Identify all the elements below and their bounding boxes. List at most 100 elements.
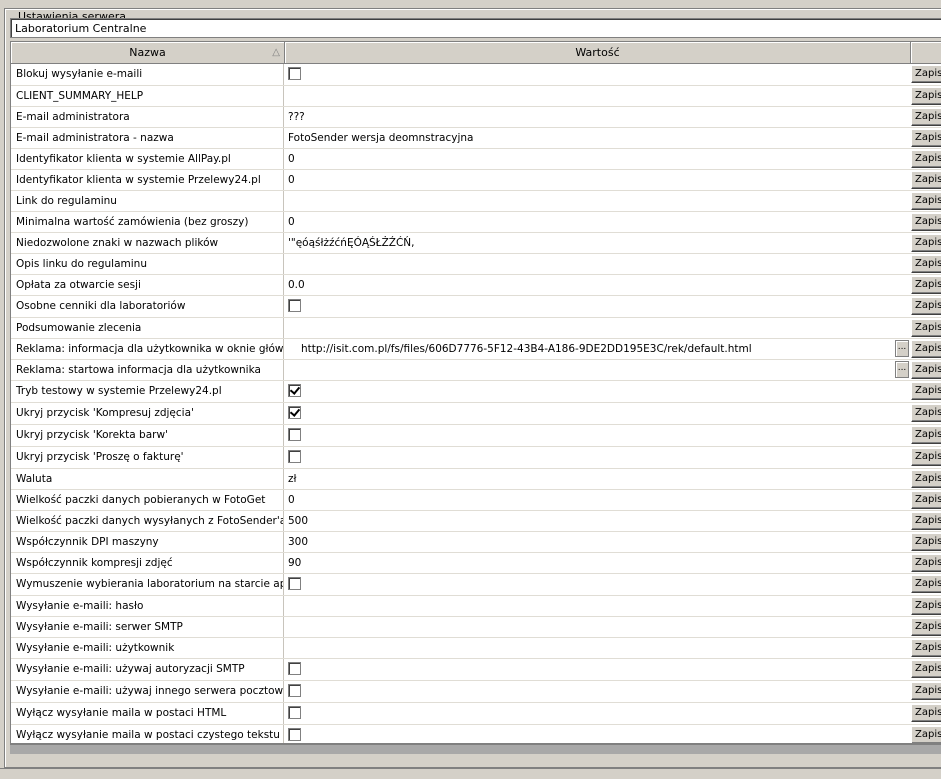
setting-row[interactable]: Opłata za otwarcie sesji 0.0 Zapisz bbox=[11, 275, 941, 296]
setting-row[interactable]: Opis linku do regulaminu Zapisz bbox=[11, 254, 941, 275]
setting-value[interactable] bbox=[285, 596, 911, 616]
setting-checkbox[interactable] bbox=[288, 706, 301, 719]
save-button[interactable]: Zapisz bbox=[911, 108, 941, 126]
setting-row[interactable]: Wymuszenie wybierania laboratorium na st… bbox=[11, 574, 941, 596]
save-button[interactable]: Zapisz bbox=[911, 470, 941, 488]
save-button[interactable]: Zapisz bbox=[911, 448, 941, 466]
save-button[interactable]: Zapisz bbox=[911, 361, 941, 379]
setting-row[interactable]: Podsumowanie zlecenia Zapisz bbox=[11, 318, 941, 339]
laboratory-field[interactable]: Laboratorium Centralne bbox=[10, 18, 941, 38]
setting-row[interactable]: Wysyłanie e-maili: serwer SMTP Zapisz bbox=[11, 617, 941, 638]
setting-checkbox-cell[interactable] bbox=[285, 725, 911, 743]
save-button[interactable]: Zapisz bbox=[911, 234, 941, 252]
setting-value[interactable]: ??? bbox=[285, 107, 911, 127]
save-button[interactable]: Zapisz bbox=[911, 382, 941, 400]
setting-row[interactable]: Identyfikator klienta w systemie Przelew… bbox=[11, 170, 941, 191]
setting-row[interactable]: Reklama: startowa informacja dla użytkow… bbox=[11, 360, 941, 381]
setting-value[interactable] bbox=[285, 638, 911, 658]
setting-row[interactable]: Reklama: informacja dla użytkownika w ok… bbox=[11, 339, 941, 360]
save-button[interactable]: Zapisz bbox=[911, 512, 941, 530]
setting-checkbox-cell[interactable] bbox=[285, 659, 911, 680]
setting-checkbox-cell[interactable] bbox=[285, 381, 911, 402]
setting-checkbox-cell[interactable] bbox=[285, 447, 911, 468]
setting-checkbox[interactable] bbox=[288, 384, 301, 397]
setting-value[interactable]: '"ęóąśłżźćńĘÓĄŚŁŻŹĆŃ, bbox=[285, 233, 911, 253]
save-button[interactable]: Zapisz bbox=[911, 255, 941, 273]
setting-checkbox-cell[interactable] bbox=[285, 64, 911, 85]
setting-checkbox[interactable] bbox=[288, 684, 301, 697]
browse-ellipsis-button[interactable]: ... bbox=[895, 340, 909, 357]
save-button[interactable]: Zapisz bbox=[911, 726, 941, 743]
setting-value[interactable]: 90 bbox=[285, 553, 911, 573]
setting-row[interactable]: Wyłącz wysyłanie maila w postaci HTML Zap… bbox=[11, 703, 941, 725]
setting-value[interactable] bbox=[285, 86, 911, 106]
setting-checkbox[interactable] bbox=[288, 450, 301, 463]
setting-checkbox-cell[interactable] bbox=[285, 296, 911, 317]
browse-ellipsis-button[interactable]: ... bbox=[895, 361, 909, 378]
setting-row[interactable]: Ukryj przycisk 'Proszę o fakturę' Zapisz bbox=[11, 447, 941, 469]
setting-checkbox[interactable] bbox=[288, 428, 301, 441]
setting-row[interactable]: Waluta zł Zapisz bbox=[11, 469, 941, 490]
save-button[interactable]: Zapisz bbox=[911, 276, 941, 294]
save-button[interactable]: Zapisz bbox=[911, 491, 941, 509]
setting-row[interactable]: Ukryj przycisk 'Korekta barw' Zapisz bbox=[11, 425, 941, 447]
save-button[interactable]: Zapisz bbox=[911, 297, 941, 315]
save-button[interactable]: Zapisz bbox=[911, 150, 941, 168]
setting-value[interactable]: ... bbox=[285, 360, 911, 380]
setting-row[interactable]: Wysyłanie e-maili: użytkownik Zapisz bbox=[11, 638, 941, 659]
save-button[interactable]: Zapisz bbox=[911, 213, 941, 231]
setting-checkbox[interactable] bbox=[288, 406, 301, 419]
save-button[interactable]: Zapisz bbox=[911, 65, 941, 83]
setting-row[interactable]: Minimalna wartość zamówienia (bez groszy… bbox=[11, 212, 941, 233]
save-button[interactable]: Zapisz bbox=[911, 618, 941, 636]
setting-value[interactable] bbox=[285, 254, 911, 274]
setting-value[interactable]: zł bbox=[285, 469, 911, 489]
setting-row[interactable]: Blokuj wysyłanie e-maili Zapisz bbox=[11, 64, 941, 86]
setting-checkbox[interactable] bbox=[288, 67, 301, 80]
save-button[interactable]: Zapisz bbox=[911, 426, 941, 444]
save-button[interactable]: Zapisz bbox=[911, 660, 941, 678]
save-button[interactable]: Zapisz bbox=[911, 192, 941, 210]
setting-row[interactable]: Wysyłanie e-maili: używaj innego serwera… bbox=[11, 681, 941, 703]
save-button[interactable]: Zapisz bbox=[911, 575, 941, 593]
setting-row[interactable]: Wielkość paczki danych wysyłanych z Foto… bbox=[11, 511, 941, 532]
setting-row[interactable]: Tryb testowy w systemie Przelewy24.pl Zap… bbox=[11, 381, 941, 403]
setting-row[interactable]: Identyfikator klienta w systemie AllPay.… bbox=[11, 149, 941, 170]
save-button[interactable]: Zapisz bbox=[911, 682, 941, 700]
setting-row[interactable]: Niedozwolone znaki w nazwach plików '"ęóą… bbox=[11, 233, 941, 254]
save-button[interactable]: Zapisz bbox=[911, 533, 941, 551]
setting-row[interactable]: E-mail administratora - nazwa FotoSender … bbox=[11, 128, 941, 149]
save-button[interactable]: Zapisz bbox=[911, 129, 941, 147]
column-header-name[interactable]: Nazwa △ bbox=[11, 42, 285, 64]
setting-value[interactable] bbox=[285, 191, 911, 211]
setting-value[interactable] bbox=[285, 617, 911, 637]
save-button[interactable]: Zapisz bbox=[911, 704, 941, 722]
setting-row[interactable]: Ukryj przycisk 'Kompresuj zdjęcia' Zapisz bbox=[11, 403, 941, 425]
setting-checkbox-cell[interactable] bbox=[285, 574, 911, 595]
setting-row[interactable]: Współczynnik DPI maszyny 300 Zapisz bbox=[11, 532, 941, 553]
setting-row[interactable]: E-mail administratora??? Zapisz bbox=[11, 107, 941, 128]
setting-value[interactable]: 500 bbox=[285, 511, 911, 531]
setting-value[interactable] bbox=[285, 318, 911, 338]
setting-row[interactable]: Wysyłanie e-maili: używaj autoryzacji SM… bbox=[11, 659, 941, 681]
setting-row[interactable]: Wielkość paczki danych pobieranych w Fot… bbox=[11, 490, 941, 511]
setting-row[interactable]: Wyłącz wysyłanie maila w postaci czysteg… bbox=[11, 725, 941, 743]
setting-row[interactable]: Osobne cenniki dla laboratoriów Zapisz bbox=[11, 296, 941, 318]
setting-value[interactable]: http://isit.com.pl/fs/files/606D7776-5F1… bbox=[285, 339, 911, 359]
setting-checkbox[interactable] bbox=[288, 577, 301, 590]
setting-value[interactable]: 0 bbox=[285, 212, 911, 232]
setting-checkbox-cell[interactable] bbox=[285, 681, 911, 702]
setting-value[interactable]: 300 bbox=[285, 532, 911, 552]
setting-value[interactable]: 0.0 bbox=[285, 275, 911, 295]
save-button[interactable]: Zapisz bbox=[911, 597, 941, 615]
setting-checkbox-cell[interactable] bbox=[285, 403, 911, 424]
save-button[interactable]: Zapisz bbox=[911, 639, 941, 657]
setting-checkbox[interactable] bbox=[288, 728, 301, 741]
setting-value[interactable]: 0 bbox=[285, 170, 911, 190]
column-header-value[interactable]: Wartość bbox=[285, 42, 911, 64]
setting-checkbox[interactable] bbox=[288, 299, 301, 312]
setting-checkbox-cell[interactable] bbox=[285, 703, 911, 724]
save-button[interactable]: Zapisz bbox=[911, 319, 941, 337]
save-button[interactable]: Zapisz bbox=[911, 340, 941, 358]
setting-row[interactable]: CLIENT_SUMMARY_HELP Zapisz bbox=[11, 86, 941, 107]
